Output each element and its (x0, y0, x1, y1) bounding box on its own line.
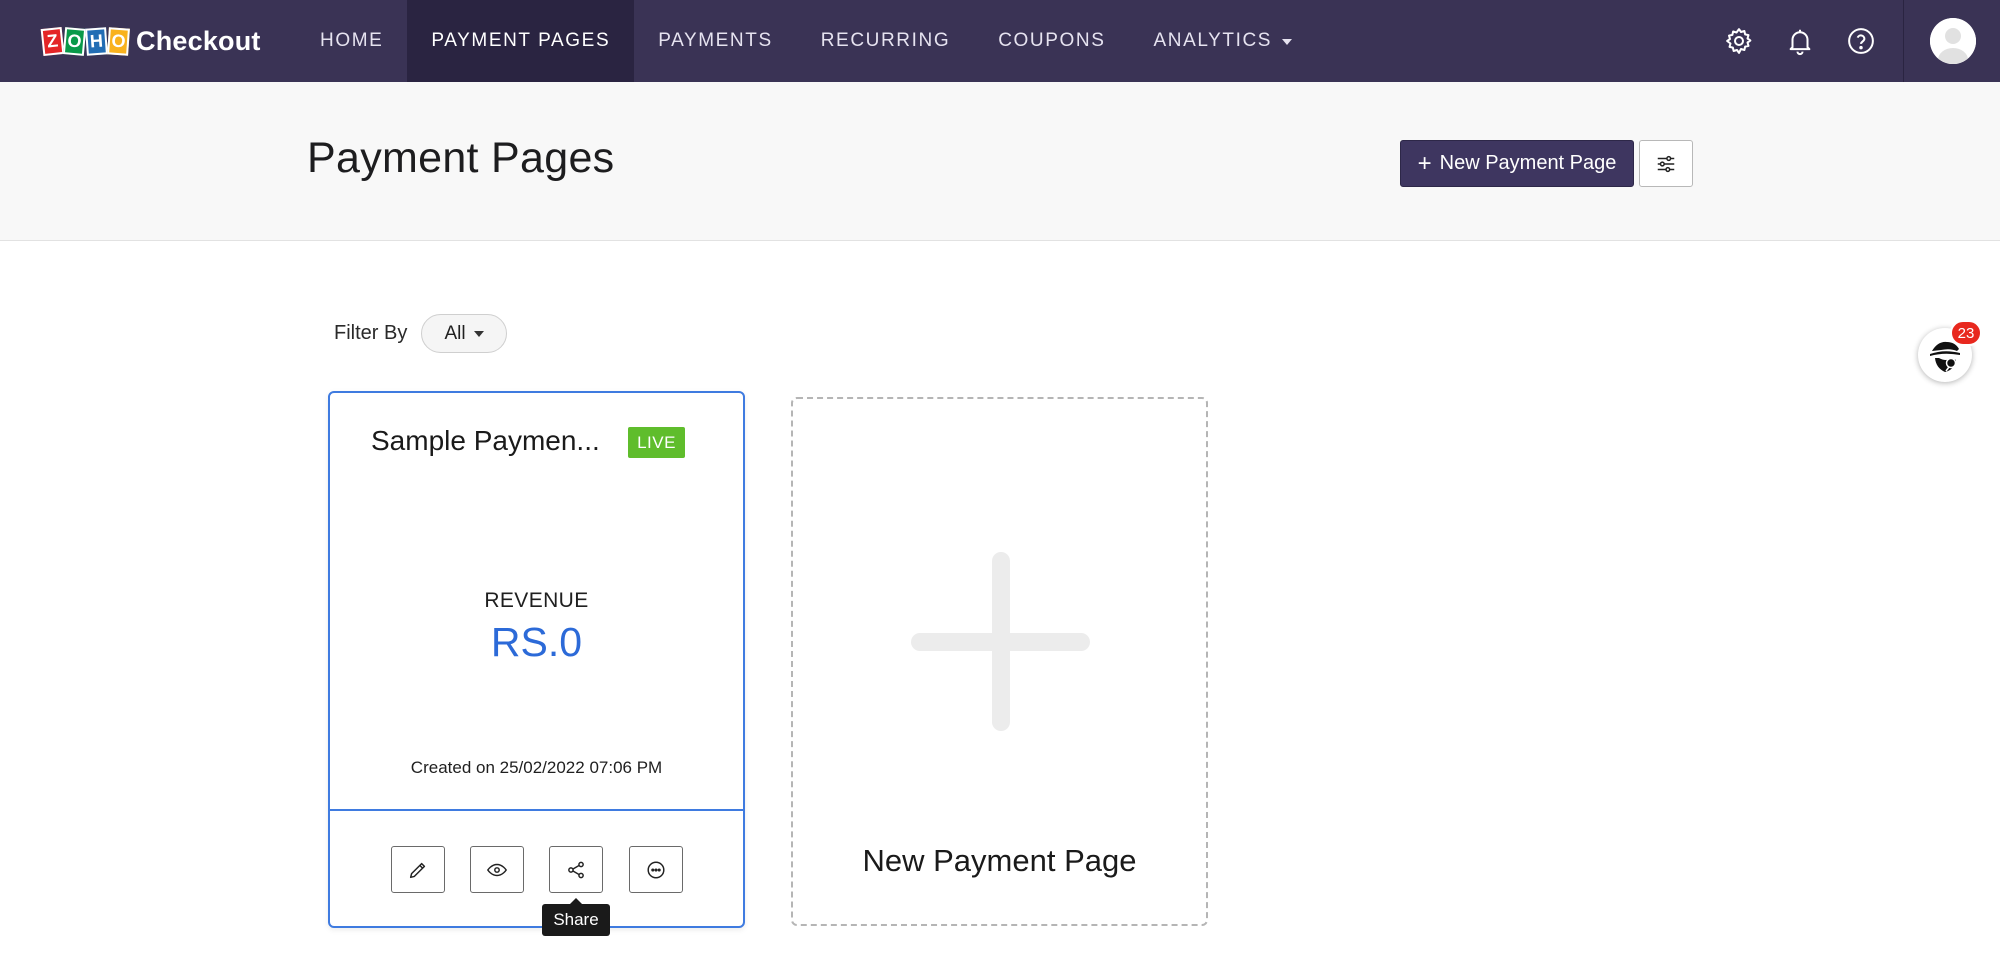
new-payment-page-button-label: New Payment Page (1439, 152, 1617, 174)
app-name: Checkout (136, 25, 261, 56)
sliders-icon (1657, 155, 1675, 172)
logo-letter-z: Z (40, 26, 65, 56)
eye-icon (486, 863, 508, 876)
card-divider (330, 809, 743, 811)
share-icon (568, 861, 584, 878)
logo-letter-h: H (85, 26, 108, 56)
nav-payment-pages[interactable]: PAYMENT PAGES (407, 0, 635, 82)
bell-icon[interactable] (1781, 22, 1819, 60)
zoho-checkout-logo[interactable]: Z O H O Checkout (40, 24, 261, 58)
edit-icon (409, 862, 426, 878)
zoho-logo-mark: Z O H O (40, 26, 130, 56)
nav-home[interactable]: HOME (296, 0, 407, 82)
nav-recurring[interactable]: RECURRING (797, 0, 974, 82)
page-header: Payment Pages + New Payment Page (0, 82, 2000, 241)
filter-value: All (444, 322, 466, 344)
nav-analytics[interactable]: ANALYTICS (1129, 0, 1316, 82)
logo-letter-o: O (62, 26, 87, 56)
new-payment-page-label: New Payment Page (862, 843, 1137, 878)
user-avatar[interactable] (1930, 18, 1976, 64)
nav-coupons[interactable]: COUPONS (974, 0, 1129, 82)
page-title: Payment Pages (307, 134, 615, 182)
revenue-value: RS.0 (490, 619, 583, 665)
help-icon[interactable] (1842, 22, 1880, 60)
new-payment-page-button[interactable]: + New Payment Page (1400, 140, 1634, 187)
more-options-button[interactable] (629, 846, 683, 893)
new-payment-page-card[interactable]: New Payment Page (791, 397, 1208, 926)
gear-icon[interactable] (1720, 22, 1758, 60)
top-navbar: Z O H O Checkout HOME PAYMENT PAGES PAYM… (0, 0, 2000, 82)
payment-page-card[interactable]: Sample Paymen... LIVE REVENUE RS.0 Creat… (328, 391, 745, 928)
plus-icon-bar (911, 633, 1090, 651)
filter-label: Filter By (334, 322, 408, 344)
logo-letter-o: O (107, 26, 130, 56)
notification-count-badge: 23 (1950, 320, 1982, 346)
plus-icon: + (1417, 149, 1432, 177)
edit-button[interactable] (391, 846, 445, 893)
status-badge: LIVE (628, 427, 685, 458)
main-nav: HOME PAYMENT PAGES PAYMENTS RECURRING CO… (296, 0, 1316, 82)
nav-analytics-label: ANALYTICS (1153, 30, 1273, 51)
created-date: Created on 25/02/2022 07:06 PM (410, 758, 663, 777)
share-button[interactable] (549, 846, 603, 893)
nav-payments[interactable]: PAYMENTS (634, 0, 797, 82)
filter-dropdown[interactable]: All (421, 314, 507, 353)
more-icon (647, 860, 665, 879)
share-tooltip: Share (542, 898, 610, 936)
view-settings-button[interactable] (1639, 140, 1693, 187)
card-title: Sample Paymen... (371, 425, 600, 456)
chevron-down-icon (473, 330, 484, 337)
chevron-down-icon (1282, 39, 1293, 45)
preview-button[interactable] (470, 846, 524, 893)
revenue-label: REVENUE (484, 589, 589, 612)
navbar-divider (1903, 0, 1904, 82)
